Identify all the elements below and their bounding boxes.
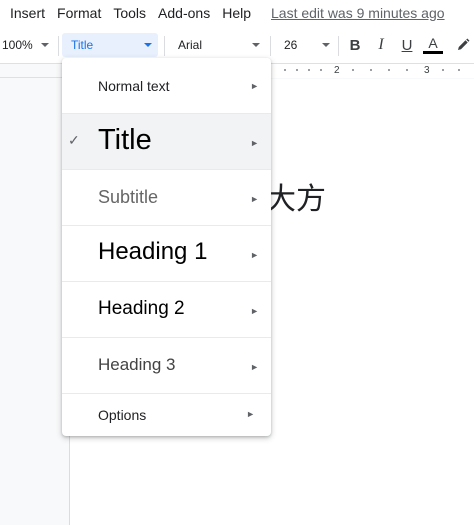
docs-window: Insert Format Tools Add-ons Help Last ed… bbox=[0, 0, 474, 525]
ruler-tick bbox=[308, 69, 310, 71]
menu-help[interactable]: Help bbox=[216, 0, 257, 26]
ruler-tick bbox=[388, 69, 390, 71]
submenu-arrow-icon: ► bbox=[250, 81, 259, 91]
submenu-arrow-icon: ► bbox=[250, 306, 259, 316]
text-color-swatch bbox=[423, 51, 443, 54]
menu-format[interactable]: Format bbox=[51, 0, 107, 26]
toolbar-divider bbox=[58, 36, 59, 56]
toolbar-divider bbox=[164, 36, 165, 56]
style-option-label: Heading 1 bbox=[98, 238, 208, 265]
menu-bar: Insert Format Tools Add-ons Help Last ed… bbox=[0, 0, 474, 26]
ruler-number: 2 bbox=[334, 65, 340, 76]
style-option-subtitle[interactable]: Subtitle ► bbox=[62, 170, 271, 226]
last-edit-link[interactable]: Last edit was 9 minutes ago bbox=[271, 0, 445, 26]
style-option-title[interactable]: ✓ Title ► bbox=[62, 114, 271, 170]
text-color-button[interactable]: A bbox=[422, 34, 444, 56]
chevron-down-icon bbox=[322, 43, 330, 47]
underline-button[interactable]: U bbox=[396, 34, 418, 56]
text-color-icon: A bbox=[428, 35, 438, 51]
style-options-item[interactable]: Options ► bbox=[62, 394, 271, 436]
menu-insert[interactable]: Insert bbox=[0, 0, 51, 26]
submenu-arrow-icon: ► bbox=[250, 362, 259, 372]
style-option-label: Subtitle bbox=[98, 187, 159, 207]
ruler-tick bbox=[442, 69, 444, 71]
ruler-page-area bbox=[270, 64, 474, 78]
style-option-label: Title bbox=[98, 124, 152, 156]
ruler-tick bbox=[352, 69, 354, 71]
menu-add-ons[interactable]: Add-ons bbox=[152, 0, 216, 26]
submenu-arrow-icon: ► bbox=[246, 409, 255, 419]
paragraph-styles-menu: Normal text ► ✓ Title ► Subtitle ► Headi… bbox=[62, 58, 271, 436]
chevron-down-icon bbox=[41, 43, 49, 47]
chevron-down-icon bbox=[144, 43, 152, 47]
ruler-number: 3 bbox=[424, 65, 430, 76]
zoom-select[interactable]: 100% bbox=[0, 35, 54, 55]
submenu-arrow-icon: ► bbox=[250, 138, 259, 148]
ruler-tick bbox=[320, 69, 322, 71]
submenu-arrow-icon: ► bbox=[250, 194, 259, 204]
paragraph-style-value: Title bbox=[71, 38, 94, 52]
ruler-tick bbox=[284, 69, 286, 71]
highlight-button[interactable] bbox=[452, 34, 474, 56]
toolbar-divider bbox=[338, 36, 339, 56]
zoom-value: 100% bbox=[2, 38, 33, 52]
style-option-label: Options bbox=[98, 407, 147, 423]
ruler-tick bbox=[370, 69, 372, 71]
font-size-select[interactable]: 26 bbox=[276, 33, 334, 57]
style-option-label: Heading 2 bbox=[98, 298, 185, 319]
font-value: Arial bbox=[178, 38, 203, 52]
italic-button[interactable]: I bbox=[370, 34, 392, 56]
font-select[interactable]: Arial bbox=[170, 33, 266, 57]
style-option-normal-text[interactable]: Normal text ► bbox=[62, 58, 271, 114]
style-option-heading-2[interactable]: Heading 2 ► bbox=[62, 282, 271, 338]
style-option-label: Normal text bbox=[98, 78, 170, 94]
submenu-arrow-icon: ► bbox=[250, 250, 259, 260]
paragraph-style-select[interactable]: Title bbox=[62, 33, 158, 57]
style-option-heading-1[interactable]: Heading 1 ► bbox=[62, 226, 271, 282]
toolbar-divider bbox=[270, 36, 271, 56]
style-option-heading-3[interactable]: Heading 3 ► bbox=[62, 338, 271, 394]
pencil-icon bbox=[458, 38, 470, 50]
ruler-tick bbox=[406, 69, 408, 71]
chevron-down-icon bbox=[252, 43, 260, 47]
style-option-label: Heading 3 bbox=[98, 355, 176, 374]
document-title-text[interactable]: 大方 bbox=[266, 174, 326, 218]
menu-tools[interactable]: Tools bbox=[107, 0, 152, 26]
ruler-tick bbox=[296, 69, 298, 71]
font-size-value: 26 bbox=[284, 38, 298, 52]
bold-button[interactable]: B bbox=[344, 34, 366, 56]
ruler-tick bbox=[458, 69, 460, 71]
checkmark-icon: ✓ bbox=[68, 132, 80, 148]
